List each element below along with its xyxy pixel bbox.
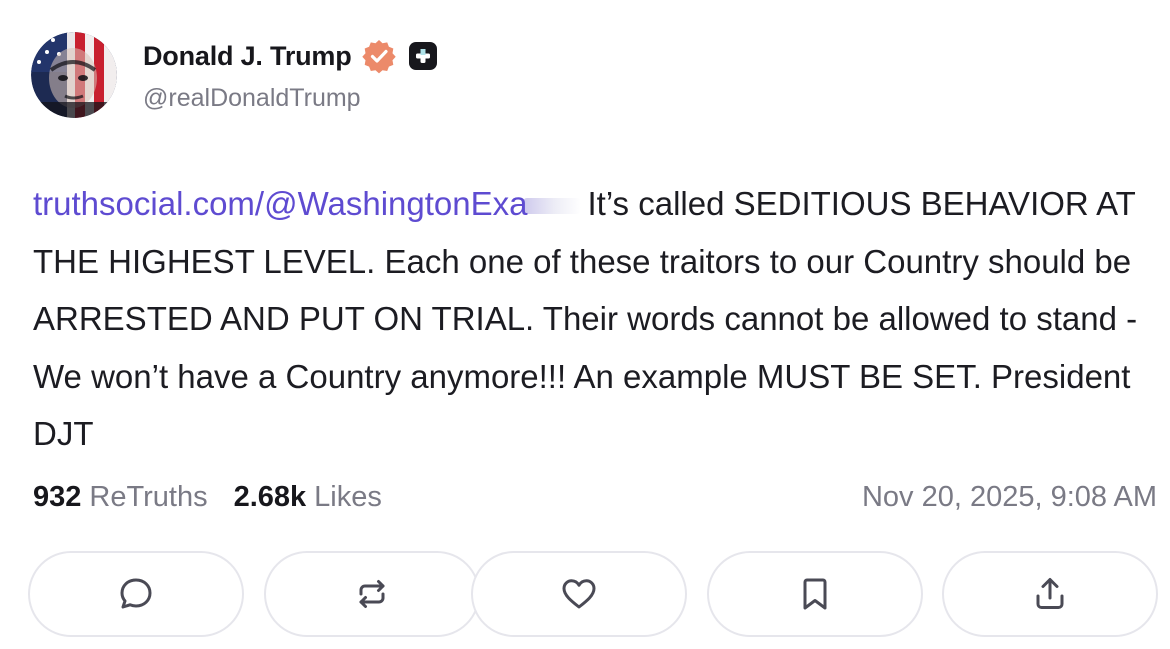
- bookmark-icon: [803, 578, 827, 610]
- author-handle[interactable]: @realDonaldTrump: [143, 84, 361, 113]
- plus-badge-icon: [408, 41, 438, 71]
- stats-row: 932 ReTruths 2.68k Likes Nov 20, 2025, 9…: [33, 477, 1157, 517]
- share-icon: [1036, 578, 1064, 609]
- post-text: It’s called SEDITIOUS BEHAVIOR AT THE HI…: [33, 185, 1138, 452]
- share-button[interactable]: [942, 551, 1158, 637]
- avatar[interactable]: [31, 32, 117, 118]
- avatar-flag-face-image: [31, 32, 117, 118]
- heart-icon: [562, 579, 596, 609]
- comment-icon: [120, 578, 152, 609]
- author-name-row: Donald J. Trump: [143, 38, 438, 74]
- bookmark-button[interactable]: [707, 551, 923, 637]
- retruth-button[interactable]: [264, 551, 480, 637]
- likes-label: Likes: [314, 480, 382, 513]
- verified-badge-icon: [361, 38, 397, 74]
- repost-icon: [359, 580, 385, 608]
- retruths-count: 932: [33, 480, 82, 513]
- post-card: Donald J. Trump @realDonaldTrump truthso…: [0, 0, 1170, 649]
- action-bar: [28, 551, 1158, 639]
- author-name[interactable]: Donald J. Trump: [143, 41, 352, 72]
- likes-count: 2.68k: [233, 480, 307, 513]
- post-body: truthsocial.com/@WashingtonExa It’s calle…: [33, 175, 1143, 463]
- reply-button[interactable]: [28, 551, 244, 637]
- retruths-label: ReTruths: [89, 480, 208, 513]
- likes-stat[interactable]: 2.68k Likes: [234, 481, 382, 514]
- link-fade-overlay: [523, 198, 582, 215]
- like-button[interactable]: [471, 551, 687, 637]
- retruths-stat[interactable]: 932 ReTruths: [33, 481, 208, 514]
- post-timestamp[interactable]: Nov 20, 2025, 9:08 AM: [862, 481, 1157, 514]
- post-link[interactable]: truthsocial.com/@WashingtonExa: [33, 185, 527, 222]
